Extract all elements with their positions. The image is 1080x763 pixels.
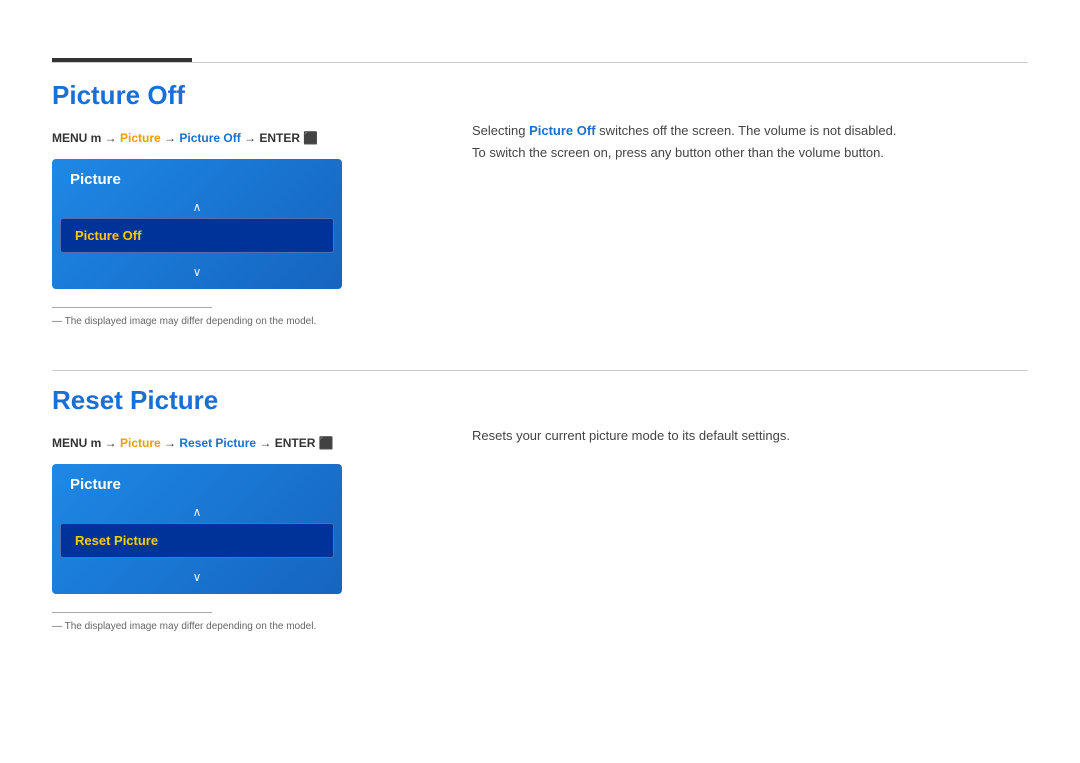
reset-picture-tv-menu: Picture ∧ Reset Picture ∨ (52, 464, 342, 594)
tv-menu-up-arrow-2: ∧ (52, 501, 342, 523)
reset-desc-line1: Resets your current picture mode to its … (472, 428, 790, 443)
tv-menu-header-2: Picture (52, 464, 342, 501)
picture-off-menu-path: MENU m → Picture → Picture Off → ENTER ⬛ (52, 131, 432, 145)
menu-icon: m (91, 131, 102, 145)
tv-menu-header-1: Picture (52, 159, 342, 196)
tv-menu-down-arrow-1: ∨ (52, 261, 342, 289)
reset-picture-title: Reset Picture (52, 385, 432, 416)
arrow3-2: → (256, 436, 275, 450)
arrow3: → (241, 131, 260, 145)
tv-menu-item-picture-off[interactable]: Picture Off (60, 218, 334, 253)
section-divider-2 (52, 612, 212, 613)
arrow2-2: → (161, 436, 180, 450)
tv-menu-title-1: Picture (70, 171, 121, 188)
mid-divider (52, 370, 1028, 371)
menu-prefix-2: MENU (52, 436, 91, 450)
arrow1: → (101, 131, 120, 145)
enter-icon-1: ⬛ (303, 131, 318, 145)
enter-label-2: ENTER (275, 436, 319, 450)
section-divider-1 (52, 307, 212, 308)
reset-picture-description: Resets your current picture mode to its … (472, 425, 1028, 447)
picture-label-2: Picture (120, 436, 161, 450)
menu-icon-2: m (91, 436, 102, 450)
desc-prefix: Selecting (472, 123, 529, 138)
section-left-picture-off: Picture Off MENU m → Picture → Picture O… (52, 80, 432, 327)
desc-line2: To switch the screen on, press any butto… (472, 145, 884, 160)
reset-picture-menu-path: MENU m → Picture → Reset Picture → ENTER… (52, 436, 432, 450)
desc-suffix: switches off the screen. The volume is n… (596, 123, 897, 138)
menu-prefix: MENU (52, 131, 91, 145)
desc-highlight: Picture Off (529, 123, 595, 138)
picture-off-description: Selecting Picture Off switches off the s… (472, 120, 1028, 164)
arrow1-2: → (101, 436, 120, 450)
page-container: Picture Off MENU m → Picture → Picture O… (0, 0, 1080, 763)
picture-label-1: Picture (120, 131, 161, 145)
tv-menu-up-arrow-1: ∧ (52, 196, 342, 218)
section-right-picture-off: Selecting Picture Off switches off the s… (472, 80, 1028, 164)
top-divider (52, 62, 1028, 63)
picture-off-tv-menu: Picture ∧ Picture Off ∨ (52, 159, 342, 289)
enter-label-1: ENTER (259, 131, 303, 145)
picture-off-title: Picture Off (52, 80, 432, 111)
reset-picture-label: Reset Picture (179, 436, 256, 450)
footnote-1: ― The displayed image may differ dependi… (52, 316, 432, 327)
tv-menu-down-arrow-2: ∨ (52, 566, 342, 594)
section-left-reset-picture: Reset Picture MENU m → Picture → Reset P… (52, 385, 432, 632)
tv-menu-title-2: Picture (70, 476, 121, 493)
section-right-reset-picture: Resets your current picture mode to its … (472, 385, 1028, 447)
picture-off-label: Picture Off (179, 131, 240, 145)
footnote-2: ― The displayed image may differ dependi… (52, 621, 432, 632)
arrow2: → (161, 131, 180, 145)
enter-icon-2: ⬛ (319, 436, 334, 450)
tv-menu-item-reset-picture[interactable]: Reset Picture (60, 523, 334, 558)
